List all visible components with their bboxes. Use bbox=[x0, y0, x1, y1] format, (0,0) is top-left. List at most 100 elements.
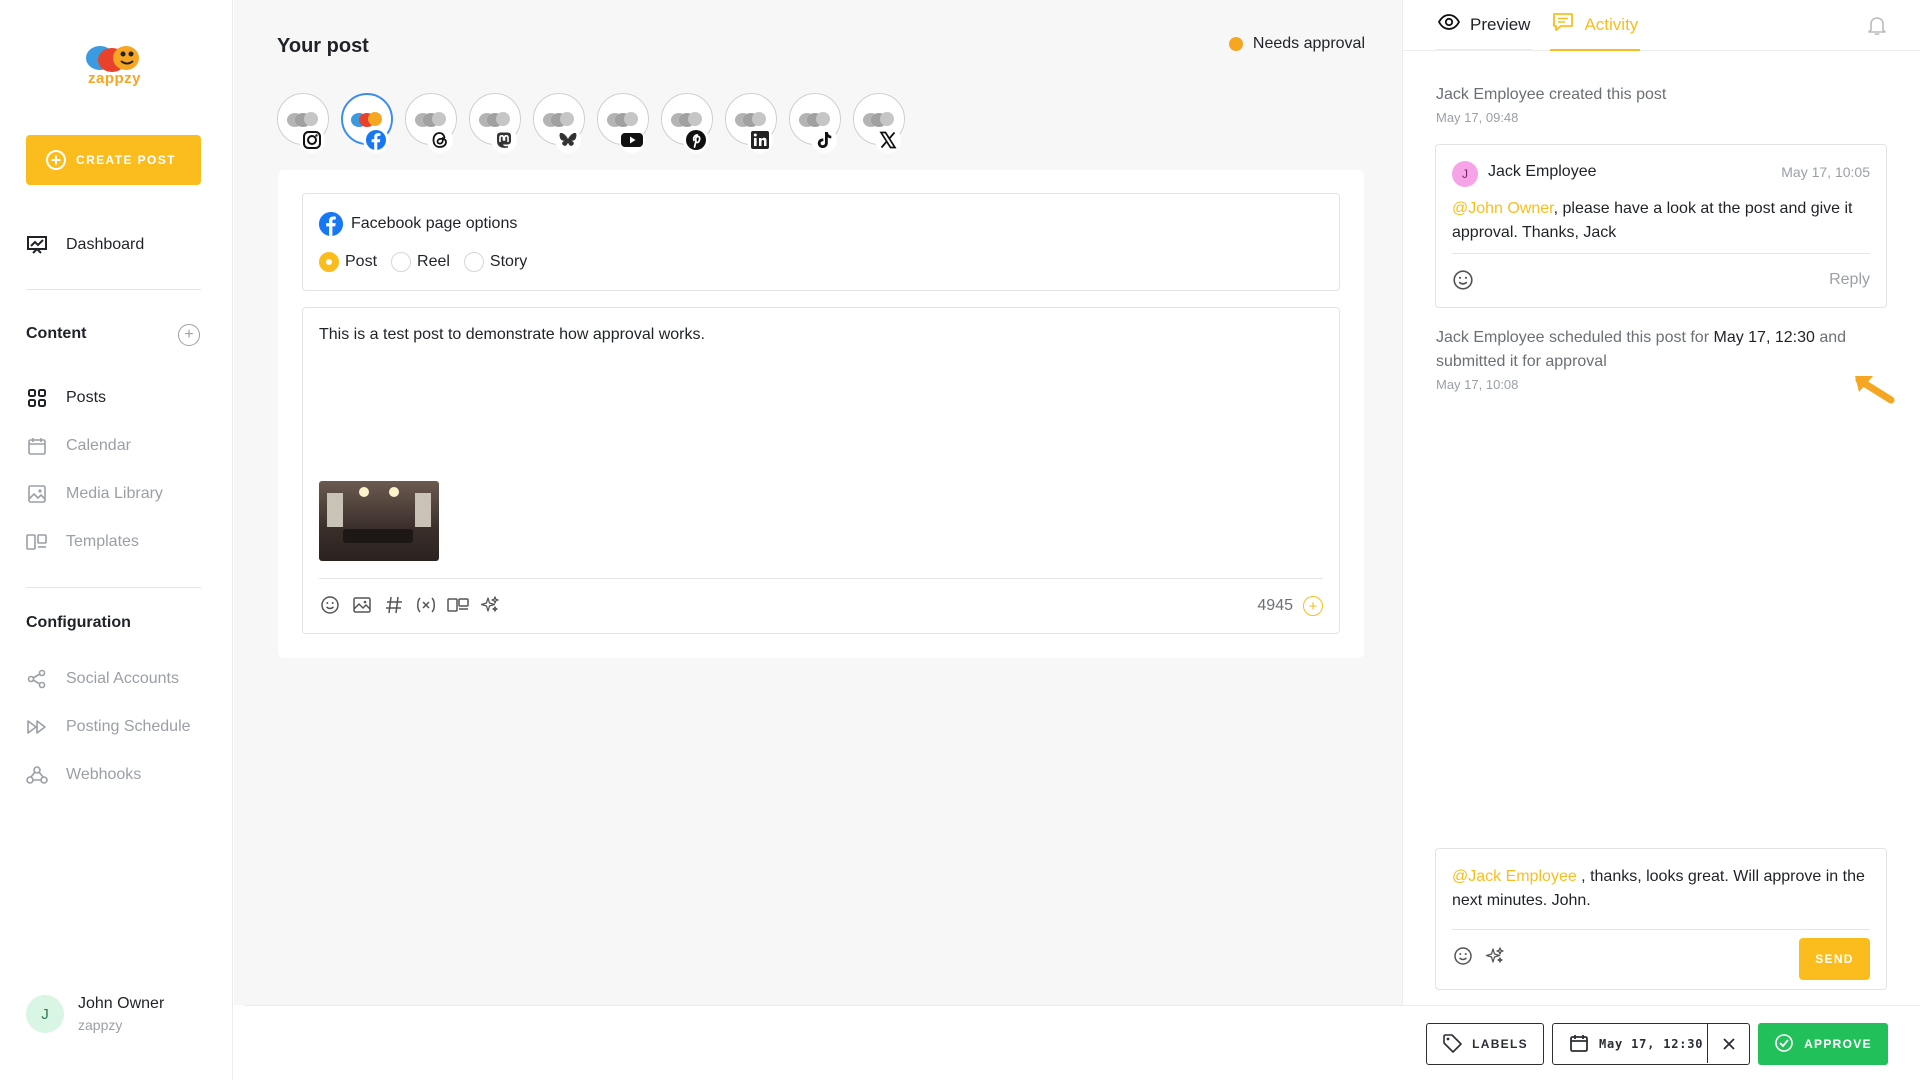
create-post-label: CREATE POST bbox=[76, 153, 176, 167]
facebook-icon bbox=[319, 212, 343, 236]
calendar-icon bbox=[26, 435, 48, 457]
threads-icon bbox=[427, 127, 453, 153]
add-circle-icon[interactable]: + bbox=[1303, 596, 1323, 616]
post-type-reel-radio[interactable]: Reel bbox=[391, 252, 450, 272]
emoji-icon[interactable] bbox=[1452, 269, 1474, 291]
schedule-date-button[interactable]: May 17, 12:30 bbox=[1552, 1023, 1750, 1065]
activity-scheduled: Jack Employee scheduled this post for Ma… bbox=[1436, 326, 1876, 374]
arrow-pointer-icon bbox=[1855, 376, 1895, 404]
close-icon[interactable] bbox=[1707, 1024, 1749, 1063]
activity-scheduled-mid: and bbox=[1819, 329, 1847, 346]
comment-author: Jack Employee bbox=[1488, 163, 1597, 180]
variable-icon[interactable] bbox=[415, 594, 437, 616]
sidebar: zappzy CREATE POST Dashboard Content + P… bbox=[0, 0, 233, 1080]
dashboard-icon bbox=[26, 234, 48, 256]
sidebar-item-social-accounts[interactable]: Social Accounts bbox=[26, 668, 179, 690]
sidebar-divider bbox=[26, 289, 201, 290]
activity-created-time: May 17, 09:48 bbox=[1436, 110, 1519, 125]
create-post-button[interactable]: CREATE POST bbox=[26, 135, 201, 185]
facebook-page-options: Facebook page options Post Reel Story bbox=[302, 193, 1340, 291]
section-title-configuration: Configuration bbox=[26, 614, 131, 631]
templates-icon[interactable] bbox=[447, 594, 469, 616]
user-name: John Owner bbox=[78, 995, 165, 1012]
sidebar-item-calendar[interactable]: Calendar bbox=[26, 435, 131, 457]
sidebar-item-templates[interactable]: Templates bbox=[26, 531, 139, 553]
mention-link[interactable]: @Jack Employee bbox=[1452, 868, 1577, 885]
add-content-icon[interactable]: + bbox=[178, 324, 200, 346]
share-icon bbox=[26, 668, 48, 690]
activity-scheduled-suffix: submitted it for approval bbox=[1436, 353, 1607, 370]
approve-label: APPROVE bbox=[1804, 1037, 1872, 1051]
approve-button[interactable]: APPROVE bbox=[1758, 1023, 1888, 1065]
fast-forward-icon bbox=[26, 716, 48, 738]
radio-label: Reel bbox=[417, 253, 450, 270]
plus-circle-icon bbox=[46, 150, 66, 170]
bell-icon[interactable] bbox=[1866, 14, 1888, 36]
activity-scheduled-time: May 17, 10:08 bbox=[1436, 377, 1519, 392]
editor-divider bbox=[319, 578, 1323, 579]
facebook-icon bbox=[363, 127, 389, 153]
sidebar-item-webhooks[interactable]: Webhooks bbox=[26, 764, 141, 786]
channel-linkedin[interactable] bbox=[725, 93, 777, 153]
post-card: Facebook page options Post Reel Story Th… bbox=[278, 170, 1364, 658]
labels-label: LABELS bbox=[1472, 1037, 1528, 1051]
sidebar-item-posting-schedule[interactable]: Posting Schedule bbox=[26, 716, 191, 738]
sidebar-divider bbox=[26, 587, 201, 588]
channel-pinterest[interactable] bbox=[661, 93, 713, 153]
sidebar-item-label: Templates bbox=[66, 533, 139, 550]
sidebar-item-posts[interactable]: Posts bbox=[26, 387, 106, 409]
channel-youtube[interactable] bbox=[597, 93, 649, 153]
grid-icon bbox=[26, 387, 48, 409]
post-type-story-radio[interactable]: Story bbox=[463, 252, 528, 272]
reply-link[interactable]: Reply bbox=[1829, 271, 1870, 289]
image-icon[interactable] bbox=[351, 594, 373, 616]
channel-x[interactable] bbox=[853, 93, 905, 153]
emoji-icon[interactable] bbox=[319, 594, 341, 616]
sidebar-item-label: Dashboard bbox=[66, 236, 145, 253]
post-editor: Your post Needs approval Facebook page o… bbox=[234, 0, 1402, 1005]
post-text-editor[interactable]: This is a test post to demonstrate how a… bbox=[302, 307, 1340, 634]
user-profile[interactable]: J John Owner zappzy bbox=[26, 995, 164, 1033]
character-count-value: 4945 bbox=[1257, 597, 1293, 614]
reply-composer[interactable]: @Jack Employee , thanks, looks great. Wi… bbox=[1435, 848, 1887, 990]
channel-facebook[interactable] bbox=[341, 93, 393, 153]
mastodon-icon bbox=[491, 127, 517, 153]
tab-preview[interactable]: Preview bbox=[1436, 0, 1533, 51]
sparkle-icon[interactable] bbox=[1484, 945, 1506, 967]
comment-divider bbox=[1452, 253, 1870, 254]
channel-mastodon[interactable] bbox=[469, 93, 521, 153]
check-circle-icon bbox=[1774, 1033, 1794, 1056]
linkedin-icon bbox=[747, 127, 773, 153]
eye-icon bbox=[1437, 14, 1461, 35]
media-thumbnail[interactable] bbox=[319, 481, 439, 561]
reply-divider bbox=[1452, 929, 1870, 930]
post-text[interactable]: This is a test post to demonstrate how a… bbox=[319, 326, 705, 344]
channel-selector bbox=[277, 93, 905, 153]
mention-link[interactable]: @John Owner bbox=[1452, 200, 1554, 217]
panel-tabs: Preview Activity bbox=[1436, 0, 1641, 51]
comment-card: J Jack Employee May 17, 10:05 @John Owne… bbox=[1435, 144, 1887, 308]
sidebar-item-media-library[interactable]: Media Library bbox=[26, 483, 163, 505]
channel-instagram[interactable] bbox=[277, 93, 329, 153]
labels-button[interactable]: LABELS bbox=[1426, 1023, 1544, 1065]
radio-label: Story bbox=[489, 253, 528, 270]
webhook-icon bbox=[26, 764, 48, 786]
send-button[interactable]: SEND bbox=[1799, 938, 1870, 980]
avatar: J bbox=[26, 995, 64, 1033]
user-org: zappzy bbox=[78, 1017, 123, 1033]
reply-input[interactable]: @Jack Employee , thanks, looks great. Wi… bbox=[1452, 865, 1872, 913]
sidebar-item-label: Webhooks bbox=[66, 766, 142, 783]
hashtag-icon[interactable] bbox=[383, 594, 405, 616]
channel-threads[interactable] bbox=[405, 93, 457, 153]
activity-created: Jack Employee created this post bbox=[1436, 86, 1667, 103]
emoji-icon[interactable] bbox=[1452, 945, 1474, 967]
sparkle-icon[interactable] bbox=[479, 594, 501, 616]
calendar-icon bbox=[1569, 1033, 1589, 1056]
tab-activity[interactable]: Activity bbox=[1550, 0, 1641, 51]
channel-tiktok[interactable] bbox=[789, 93, 841, 153]
channel-bluesky[interactable] bbox=[533, 93, 585, 153]
sidebar-item-dashboard[interactable]: Dashboard bbox=[26, 234, 144, 256]
post-type-post-radio[interactable]: Post bbox=[319, 252, 377, 272]
sidebar-item-label: Calendar bbox=[66, 437, 131, 454]
avatar: J bbox=[1452, 161, 1478, 187]
